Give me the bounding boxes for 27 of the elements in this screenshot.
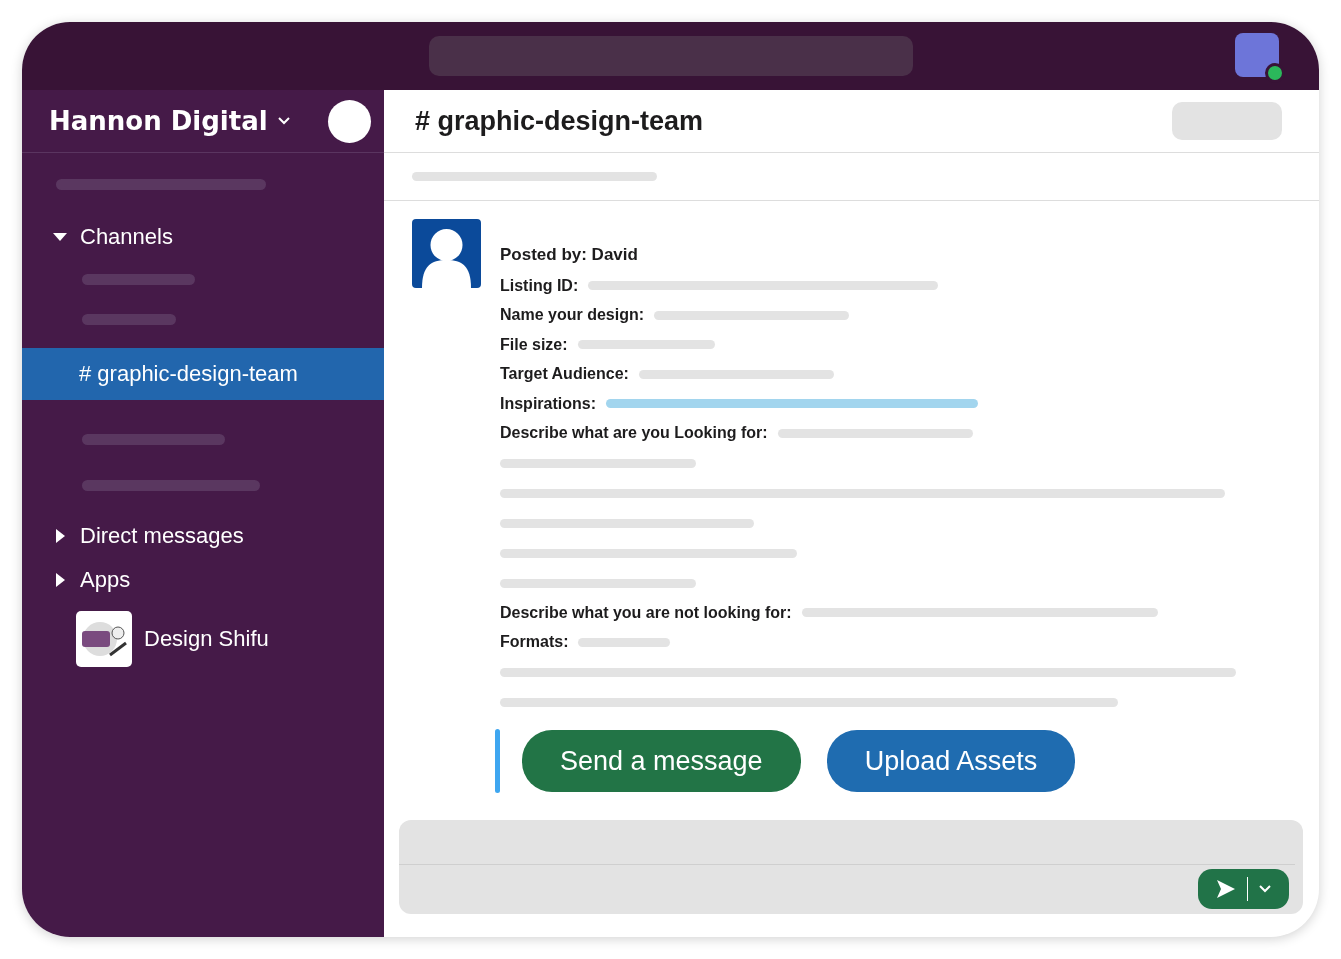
send-button[interactable] [1198,869,1289,909]
section-header[interactable]: Apps [80,567,131,593]
triangle-right-icon[interactable] [53,573,67,587]
field-label: Name your design: [500,306,645,325]
send-message-button[interactable]: Send a message [522,730,801,792]
triangle-right-icon[interactable] [53,529,67,543]
upload-assets-button[interactable]: Upload Assets [826,730,1076,792]
field-label: Formats: [500,633,569,652]
compose-button[interactable] [328,99,371,143]
channel-title: # graphic-design-team [415,105,704,137]
field-label: Listing ID: [500,276,579,295]
chevron-down-icon[interactable] [277,117,290,125]
send-icon [1216,879,1236,899]
posted-by-text: Posted by: David [500,245,639,266]
field-label: File size: [500,335,568,354]
channel-item[interactable]: # graphic-design-team [22,348,384,400]
section-header[interactable]: Channels [80,224,173,250]
workspace-name[interactable]: Hannon Digital [49,106,268,136]
user-avatar [412,219,481,288]
field-label: Inspirations: [500,394,596,413]
field-label: Describe what are you Looking for: [500,424,768,443]
message-input[interactable] [399,820,1303,914]
app-item[interactable]: Design Shifu [144,626,269,652]
section-header[interactable]: Direct messages [80,523,244,549]
app-logo [76,611,132,667]
field-label: Describe what you are not looking for: [500,603,792,622]
field-label: Target Audience: [500,365,629,384]
